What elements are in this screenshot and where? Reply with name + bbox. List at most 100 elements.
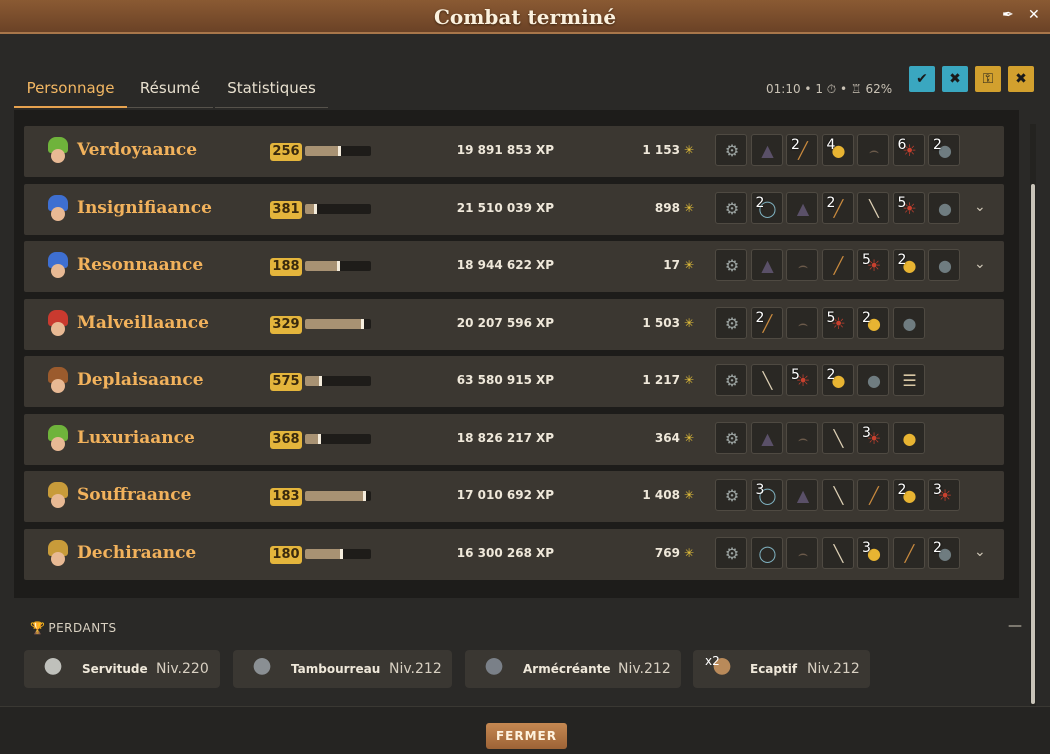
close-button[interactable]: FERMER <box>486 723 567 749</box>
chevron-down-icon[interactable]: ⌄ <box>974 544 986 560</box>
loot-item[interactable]: ⌢ <box>786 421 818 454</box>
kamas-gained: 898 ✳ <box>594 201 694 215</box>
mace-icon: ╲ <box>833 486 844 505</box>
chevron-down-icon[interactable]: ⌄ <box>974 256 986 272</box>
loot-item[interactable]: ◯ <box>750 536 783 569</box>
loot-item[interactable]: ☀ 5 <box>892 191 925 224</box>
loot-item[interactable]: ⚙ <box>715 134 747 166</box>
check-groups-toggle[interactable]: ✔ <box>909 66 935 92</box>
avatar <box>42 135 74 169</box>
loot-item[interactable]: ⚙ <box>715 249 747 281</box>
tab-statistiques[interactable]: Statistiques <box>215 78 328 108</box>
loot-item[interactable]: ⌢ <box>786 306 818 339</box>
player-row[interactable]: Luxuriaance 368 18 826 217 XP 364 ✳ ⚙ ▲ ⌢ ╲ ☀ 3 ● <box>24 413 1004 465</box>
loot-item[interactable]: ☀ 5 <box>821 306 854 339</box>
loser-card[interactable]: Tambourreau Niv.212 <box>233 650 452 688</box>
player-row[interactable]: Resonnaance 188 18 944 622 XP 17 ✳ ⚙ ▲ ⌢ ╱ ☀ 5 ● 2 ● ⌄ <box>24 241 1004 292</box>
loot-item[interactable]: ⌢ <box>786 249 818 281</box>
loser-card[interactable]: x2 Ecaptif Niv.212 <box>693 650 870 688</box>
loot-item[interactable]: ● 2 <box>892 479 925 511</box>
loot-item[interactable]: ● 4 <box>821 134 854 166</box>
loot-item[interactable]: ╱ <box>892 536 925 569</box>
staff-icon: ╱ <box>833 256 844 275</box>
no-tree-toggle[interactable]: ✖ <box>942 66 968 92</box>
loot-item[interactable]: ☀ 5 <box>857 249 889 281</box>
loser-card[interactable]: Armécréante Niv.212 <box>465 650 681 688</box>
loser-card[interactable]: Servitude Niv.220 <box>24 650 220 688</box>
loot-item[interactable]: ● 2 <box>857 306 889 339</box>
loot-item[interactable]: ● 3 <box>857 536 889 569</box>
loot-item[interactable]: ╱ <box>821 249 854 281</box>
loot-item[interactable]: ╲ <box>821 536 854 569</box>
player-row[interactable]: Deplaisaance 575 63 580 915 XP 1 217 ✳ ⚙ ╲ ☀ 5 ● 2 ●… <box>24 356 1004 407</box>
loot-item[interactable]: ╱ 2 <box>786 134 818 166</box>
loot-item[interactable]: ╱ <box>857 479 889 511</box>
loot-item[interactable]: ● <box>857 364 889 396</box>
player-name: Luxuriaance <box>77 427 195 448</box>
loot-item[interactable]: ● <box>928 191 960 224</box>
minimize-icon[interactable]: ✒ <box>1002 8 1014 22</box>
loot-item[interactable]: ☀ 5 <box>786 364 818 396</box>
xp-progress-marker <box>362 491 366 501</box>
loot-item[interactable]: ╲ <box>821 421 854 454</box>
xp-progress-fill <box>305 261 340 271</box>
loot-item[interactable]: ╲ <box>750 364 783 396</box>
level-badge: 183 <box>270 488 302 506</box>
avatar-face <box>51 494 65 508</box>
player-row[interactable]: Dechiraance 180 16 300 268 XP 769 ✳ ⚙ ◯ ⌢ ╲ ● 3 ╱ ● 2 ⌄ <box>24 528 1004 580</box>
window-title: Combat terminé <box>433 5 617 29</box>
loot-item[interactable]: ● 2 <box>928 134 960 166</box>
loot-item[interactable]: ╲ <box>857 191 889 224</box>
loot-item[interactable]: ⌢ <box>786 536 818 569</box>
loot-item[interactable]: ╱ 2 <box>750 306 783 339</box>
loot-item[interactable]: ☀ 3 <box>857 421 889 454</box>
loot-item[interactable]: ⚙ <box>715 479 747 511</box>
loot-item[interactable]: ╱ 2 <box>821 191 854 224</box>
player-row[interactable]: Souffraance 183 17 010 692 XP 1 408 ✳ ⚙ ◯ 3 ▲ ╲ ╱ ● 2… <box>24 471 1004 522</box>
loot-item[interactable]: ◯ 3 <box>750 479 783 511</box>
loot-item[interactable]: ☀ 3 <box>928 479 960 511</box>
loot-item[interactable]: ▲ <box>750 134 783 166</box>
loot-quantity: 2 <box>933 539 942 556</box>
loot-item[interactable]: ☀ 6 <box>892 134 925 166</box>
kamas-value: 17 <box>663 258 680 272</box>
loot-item[interactable]: ⚙ <box>715 421 747 454</box>
tab-resume[interactable]: Résumé <box>127 78 213 108</box>
monster-level: Niv.212 <box>807 661 860 677</box>
loot-item[interactable]: ● 2 <box>928 536 960 569</box>
loot-quantity: 2 <box>862 309 871 326</box>
tab-personnage[interactable]: Personnage <box>14 78 127 108</box>
loot-item[interactable]: ◯ 2 <box>750 191 783 224</box>
chevron-down-icon[interactable]: ⌄ <box>974 199 986 215</box>
loot-item[interactable]: ⚙ <box>715 364 747 396</box>
loot-item[interactable]: ● 2 <box>821 364 854 396</box>
loot-item[interactable]: ⚙ <box>715 306 747 339</box>
player-row[interactable]: Malveillaance 329 20 207 596 XP 1 503 ✳ ⚙ ╱ 2 ⌢ ☀ 5… <box>24 298 1004 350</box>
hood-icon: ▲ <box>761 141 774 160</box>
loot-item[interactable]: ● <box>928 249 960 281</box>
loot-item[interactable]: ▲ <box>750 249 783 281</box>
loot-item[interactable]: ● <box>892 306 925 339</box>
loot-item[interactable]: ⚙ <box>715 191 747 224</box>
loot-item[interactable]: ▲ <box>750 421 783 454</box>
xp-unit: XP <box>535 200 554 215</box>
loot-item[interactable]: ⌢ <box>857 134 889 166</box>
loot-item[interactable]: ● <box>892 421 925 454</box>
avatar-face <box>51 379 65 393</box>
collapse-icon[interactable]: — <box>1008 618 1022 634</box>
loot-item[interactable]: ☰ <box>892 364 925 396</box>
lock-icon: ⚿ <box>982 71 994 87</box>
loot-item[interactable]: ● 2 <box>892 249 925 281</box>
scrollbar-thumb[interactable] <box>1031 184 1035 704</box>
loot-item[interactable]: ⚙ <box>715 536 747 569</box>
loot-item[interactable]: ╲ <box>821 479 854 511</box>
player-row[interactable]: Verdoyaance 256 19 891 853 XP 1 153 ✳ ⚙ ▲ ╱ 2 ● 4 ⌢ ☀… <box>24 126 1004 177</box>
loot-item[interactable]: ▲ <box>786 479 818 511</box>
close-icon[interactable]: ✕ <box>1028 8 1040 22</box>
player-row[interactable]: Insignifiaance 381 21 510 039 XP 898 ✳ ⚙ ◯ 2 ▲ ╱ 2 ╲… <box>24 183 1004 235</box>
loot-quantity: 2 <box>826 367 836 383</box>
no-helpers-toggle[interactable]: ✖ <box>1008 66 1034 92</box>
monster-name: Armécréante <box>523 662 611 676</box>
loot-item[interactable]: ▲ <box>786 191 818 224</box>
lock-toggle[interactable]: ⚿ <box>975 66 1001 92</box>
